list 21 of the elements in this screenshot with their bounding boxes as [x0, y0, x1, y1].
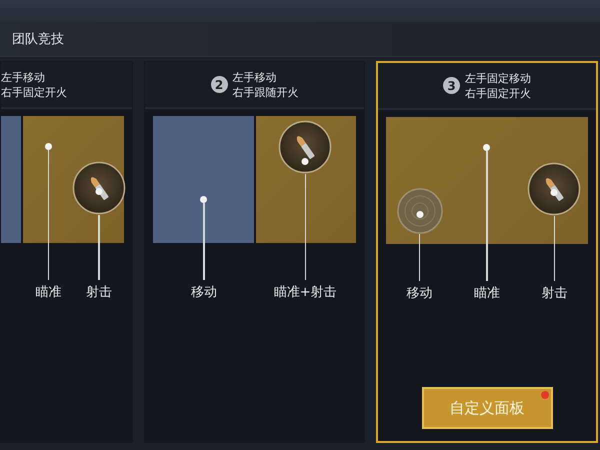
number-badge: 3 — [443, 77, 460, 94]
layout-description: 右手固定开火 — [465, 86, 531, 100]
fire-button-icon — [527, 162, 582, 216]
leader-line — [554, 216, 556, 281]
control-label: 瞄准 — [35, 284, 62, 301]
control-label: 移动 — [190, 284, 217, 301]
control-label: 瞄准 — [474, 285, 500, 302]
layout-description: 左手移动 — [1, 70, 45, 84]
fire-button-icon — [278, 120, 332, 174]
layout-description: 右手固定开火 — [1, 84, 67, 100]
layout-description: 左手移动 — [232, 70, 276, 84]
control-label: 瞄准+射击 — [274, 284, 337, 301]
leader-line — [418, 234, 420, 281]
number-badge: 2 — [210, 76, 228, 93]
control-label: 移动 — [406, 285, 433, 302]
control-label: 射击 — [86, 284, 112, 301]
joystick-icon — [396, 188, 443, 234]
mode-title: 团队竞技 — [12, 31, 64, 48]
layout-description: 左手固定移动 — [465, 70, 531, 86]
control-label: 射击 — [541, 285, 568, 302]
layout-description: 右手跟随开火 — [232, 84, 298, 100]
